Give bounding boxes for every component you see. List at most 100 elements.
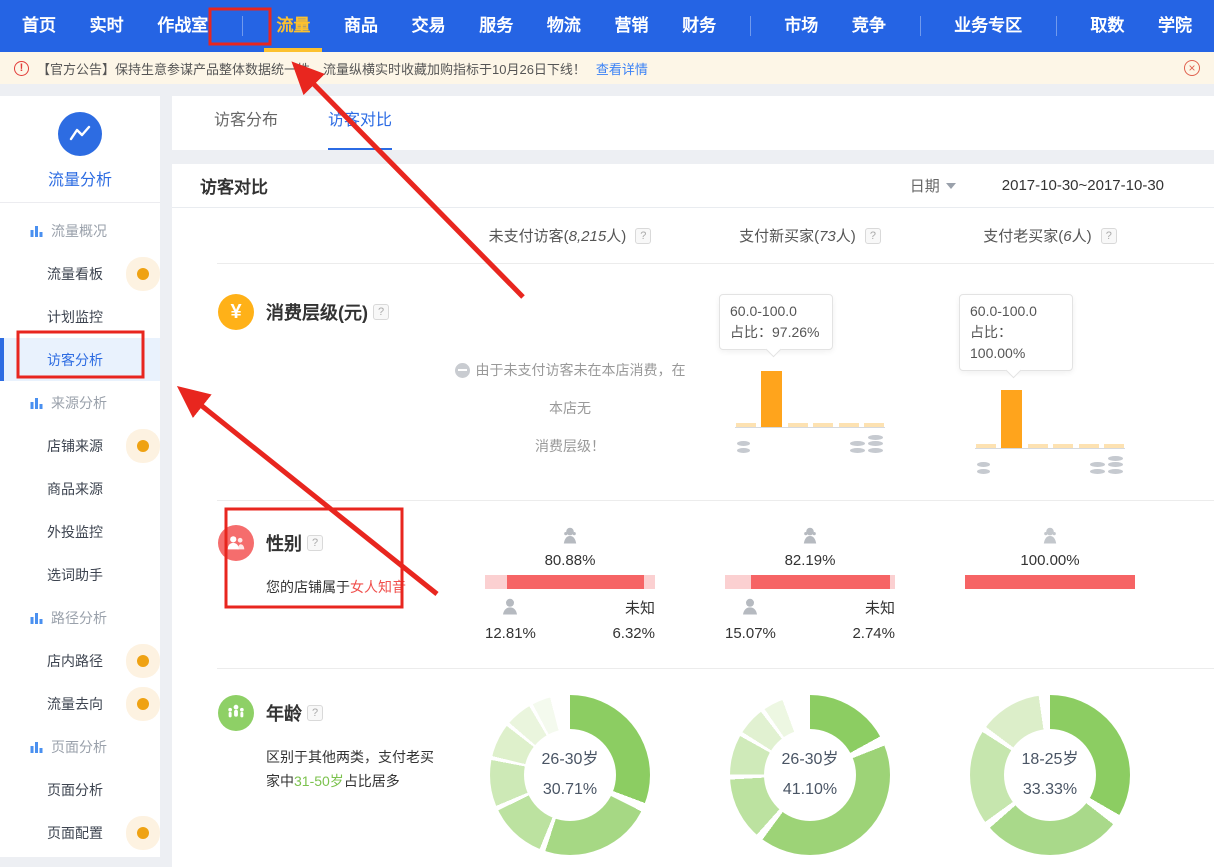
sidebar-item-plan-monitor[interactable]: 计划监控 bbox=[0, 295, 160, 338]
gender-stacked-bar[interactable] bbox=[485, 575, 655, 589]
help-icon[interactable]: ? bbox=[635, 228, 651, 244]
sidebar-item-shop-source[interactable]: 店铺来源 bbox=[0, 424, 160, 467]
nav-item-traffic[interactable]: 流量 bbox=[276, 0, 310, 52]
notification-dot bbox=[137, 440, 149, 452]
chart-group-icon bbox=[30, 224, 43, 237]
sidebar-item-external-monitor[interactable]: 外投监控 bbox=[0, 510, 160, 553]
chart-tooltip: 60.0-100.0 占比：100.00% bbox=[959, 294, 1073, 371]
sidebar-item-label: 页面分析 bbox=[47, 780, 103, 800]
donut-center-label: 26-30岁 41.10% bbox=[730, 695, 890, 855]
female-icon bbox=[725, 525, 895, 549]
nav-item-warroom[interactable]: 作战室 bbox=[157, 0, 208, 52]
sidebar-item-keyword-helper[interactable]: 选词助手 bbox=[0, 553, 160, 596]
gender-title-block: 性别 ? 您的店铺属于女人知音 bbox=[172, 525, 450, 646]
sidebar-item-traffic-board[interactable]: 流量看板 bbox=[0, 252, 160, 295]
nav-item-marketing[interactable]: 营销 bbox=[614, 0, 648, 52]
coin-large-icon bbox=[850, 433, 883, 453]
sidebar-item-traffic-destination[interactable]: 流量去向 bbox=[0, 682, 160, 725]
help-icon[interactable]: ? bbox=[373, 304, 389, 320]
column-header-repeat-buyers: 支付老买家(6人) ? bbox=[930, 225, 1170, 246]
sidebar-item-label: 流量去向 bbox=[47, 694, 103, 714]
gender-stacked-bar[interactable] bbox=[965, 575, 1135, 589]
sidebar-group-label: 流量概况 bbox=[51, 221, 107, 241]
female-icon bbox=[485, 525, 655, 549]
nav-item-products[interactable]: 商品 bbox=[344, 0, 378, 52]
nav-item-data-fetch[interactable]: 取数 bbox=[1090, 0, 1124, 52]
male-icon bbox=[738, 596, 762, 620]
sidebar-item-visitor-analysis[interactable]: 访客分析 bbox=[0, 338, 160, 381]
help-icon[interactable]: ? bbox=[1101, 228, 1117, 244]
tab-visitor-distribution[interactable]: 访客分布 bbox=[214, 96, 278, 150]
bar-chart[interactable] bbox=[975, 389, 1125, 449]
gender-chart-new-buyers[interactable]: 82.19% 15.07% 未知 2.74% bbox=[725, 525, 895, 646]
nav-item-finance[interactable]: 财务 bbox=[682, 0, 716, 52]
nav-item-logistics[interactable]: 物流 bbox=[547, 0, 581, 52]
nav-item-market[interactable]: 市场 bbox=[784, 0, 818, 52]
female-percentage: 82.19% bbox=[725, 552, 895, 569]
age-donut-unpaid-visitors[interactable]: 26-30岁 30.71% bbox=[490, 695, 650, 855]
date-dropdown[interactable]: 日期 bbox=[910, 175, 956, 196]
female-percentage: 80.88% bbox=[485, 552, 655, 569]
sidebar-group-page-analysis[interactable]: 页面分析 bbox=[0, 725, 160, 768]
sidebar-item-page-config[interactable]: 页面配置 bbox=[0, 811, 160, 854]
nav-divider bbox=[1056, 16, 1057, 36]
sidebar-item-label: 计划监控 bbox=[47, 307, 103, 327]
help-icon[interactable]: ? bbox=[307, 535, 323, 551]
sidebar: 流量分析 流量概况 流量看板 计划监控 访客分析 来源分析 店铺来源 商品来源 … bbox=[0, 96, 160, 857]
gender-stacked-bar[interactable] bbox=[725, 575, 895, 589]
gender-subtitle: 您的店铺属于女人知音 bbox=[266, 575, 436, 599]
nav-divider bbox=[920, 16, 921, 36]
coin-large-icon bbox=[1090, 454, 1123, 474]
yen-icon: ¥ bbox=[218, 294, 254, 330]
gender-chart-unpaid-visitors[interactable]: 80.88% 12.81% 未知 6.32% bbox=[485, 525, 655, 646]
tabs-bar: 访客分布 访客对比 bbox=[172, 96, 1214, 150]
age-donut-repeat-buyers[interactable]: 18-25岁 33.33% bbox=[970, 695, 1130, 855]
male-icon bbox=[498, 596, 522, 620]
nav-item-trade[interactable]: 交易 bbox=[412, 0, 446, 52]
close-icon[interactable]: × bbox=[1184, 60, 1200, 76]
sidebar-group-traffic-overview[interactable]: 流量概况 bbox=[0, 209, 160, 252]
bar-chart[interactable] bbox=[735, 368, 885, 428]
unknown-stat: 未知 6.32% bbox=[612, 596, 655, 646]
help-icon[interactable]: ? bbox=[865, 228, 881, 244]
nav-item-realtime[interactable]: 实时 bbox=[90, 0, 124, 52]
line-chart-icon bbox=[67, 121, 93, 147]
nav-item-service[interactable]: 服务 bbox=[479, 0, 513, 52]
tab-visitor-comparison[interactable]: 访客对比 bbox=[328, 96, 392, 150]
view-details-link[interactable]: 查看详情 bbox=[596, 59, 648, 78]
axis-coin-icons bbox=[975, 454, 1125, 474]
donut-center-label: 26-30岁 30.71% bbox=[490, 695, 650, 855]
sidebar-item-label: 访客分析 bbox=[47, 350, 103, 370]
announcement-bar: ! 【官方公告】保持生意参谋产品整体数据统一性，流量纵横实时收藏加购指标于10月… bbox=[0, 52, 1214, 84]
sidebar-group-path-analysis[interactable]: 路径分析 bbox=[0, 596, 160, 639]
nav-item-academy[interactable]: 学院 bbox=[1158, 0, 1192, 52]
coin-small-icon bbox=[977, 454, 990, 474]
nav-item-business-zone[interactable]: 业务专区 bbox=[954, 0, 1022, 52]
sidebar-group-source-analysis[interactable]: 来源分析 bbox=[0, 381, 160, 424]
help-icon[interactable]: ? bbox=[307, 705, 323, 721]
date-range-value[interactable]: 2017-10-30~2017-10-30 bbox=[1002, 177, 1164, 194]
column-header-unpaid-visitors: 未支付访客(8,215人) ? bbox=[450, 225, 690, 246]
sidebar-item-page-analysis[interactable]: 页面分析 bbox=[0, 768, 160, 811]
sidebar-group-label: 路径分析 bbox=[51, 608, 107, 628]
consumption-chart-new-buyers[interactable]: 60.0-100.0 占比：97.26% bbox=[735, 294, 885, 453]
gender-chart-repeat-buyers[interactable]: 100.00% bbox=[965, 525, 1135, 589]
gender-people-icon bbox=[218, 525, 254, 561]
sidebar-item-instore-path[interactable]: 店内路径 bbox=[0, 639, 160, 682]
donut-center-label: 18-25岁 33.33% bbox=[970, 695, 1130, 855]
sidebar-header: 流量分析 bbox=[0, 96, 160, 203]
column-header-new-buyers: 支付新买家(73人) ? bbox=[690, 225, 930, 246]
sidebar-item-label: 店铺来源 bbox=[47, 436, 103, 456]
consumption-chart-repeat-buyers[interactable]: 60.0-100.0 占比：100.00% bbox=[975, 294, 1125, 474]
female-icon bbox=[965, 525, 1135, 549]
chart-group-icon bbox=[30, 396, 43, 409]
age-donut-new-buyers[interactable]: 26-30岁 41.10% bbox=[730, 695, 890, 855]
nav-item-home[interactable]: 首页 bbox=[22, 0, 56, 52]
sidebar-item-product-source[interactable]: 商品来源 bbox=[0, 467, 160, 510]
minus-circle-icon bbox=[455, 363, 470, 378]
sidebar-item-label: 店内路径 bbox=[47, 651, 103, 671]
sidebar-item-label: 流量看板 bbox=[47, 264, 103, 284]
top-nav: 首页 实时 作战室 流量 商品 交易 服务 物流 营销 财务 市场 竞争 业务专… bbox=[0, 0, 1214, 52]
nav-item-competition[interactable]: 竞争 bbox=[852, 0, 886, 52]
chart-group-icon bbox=[30, 611, 43, 624]
